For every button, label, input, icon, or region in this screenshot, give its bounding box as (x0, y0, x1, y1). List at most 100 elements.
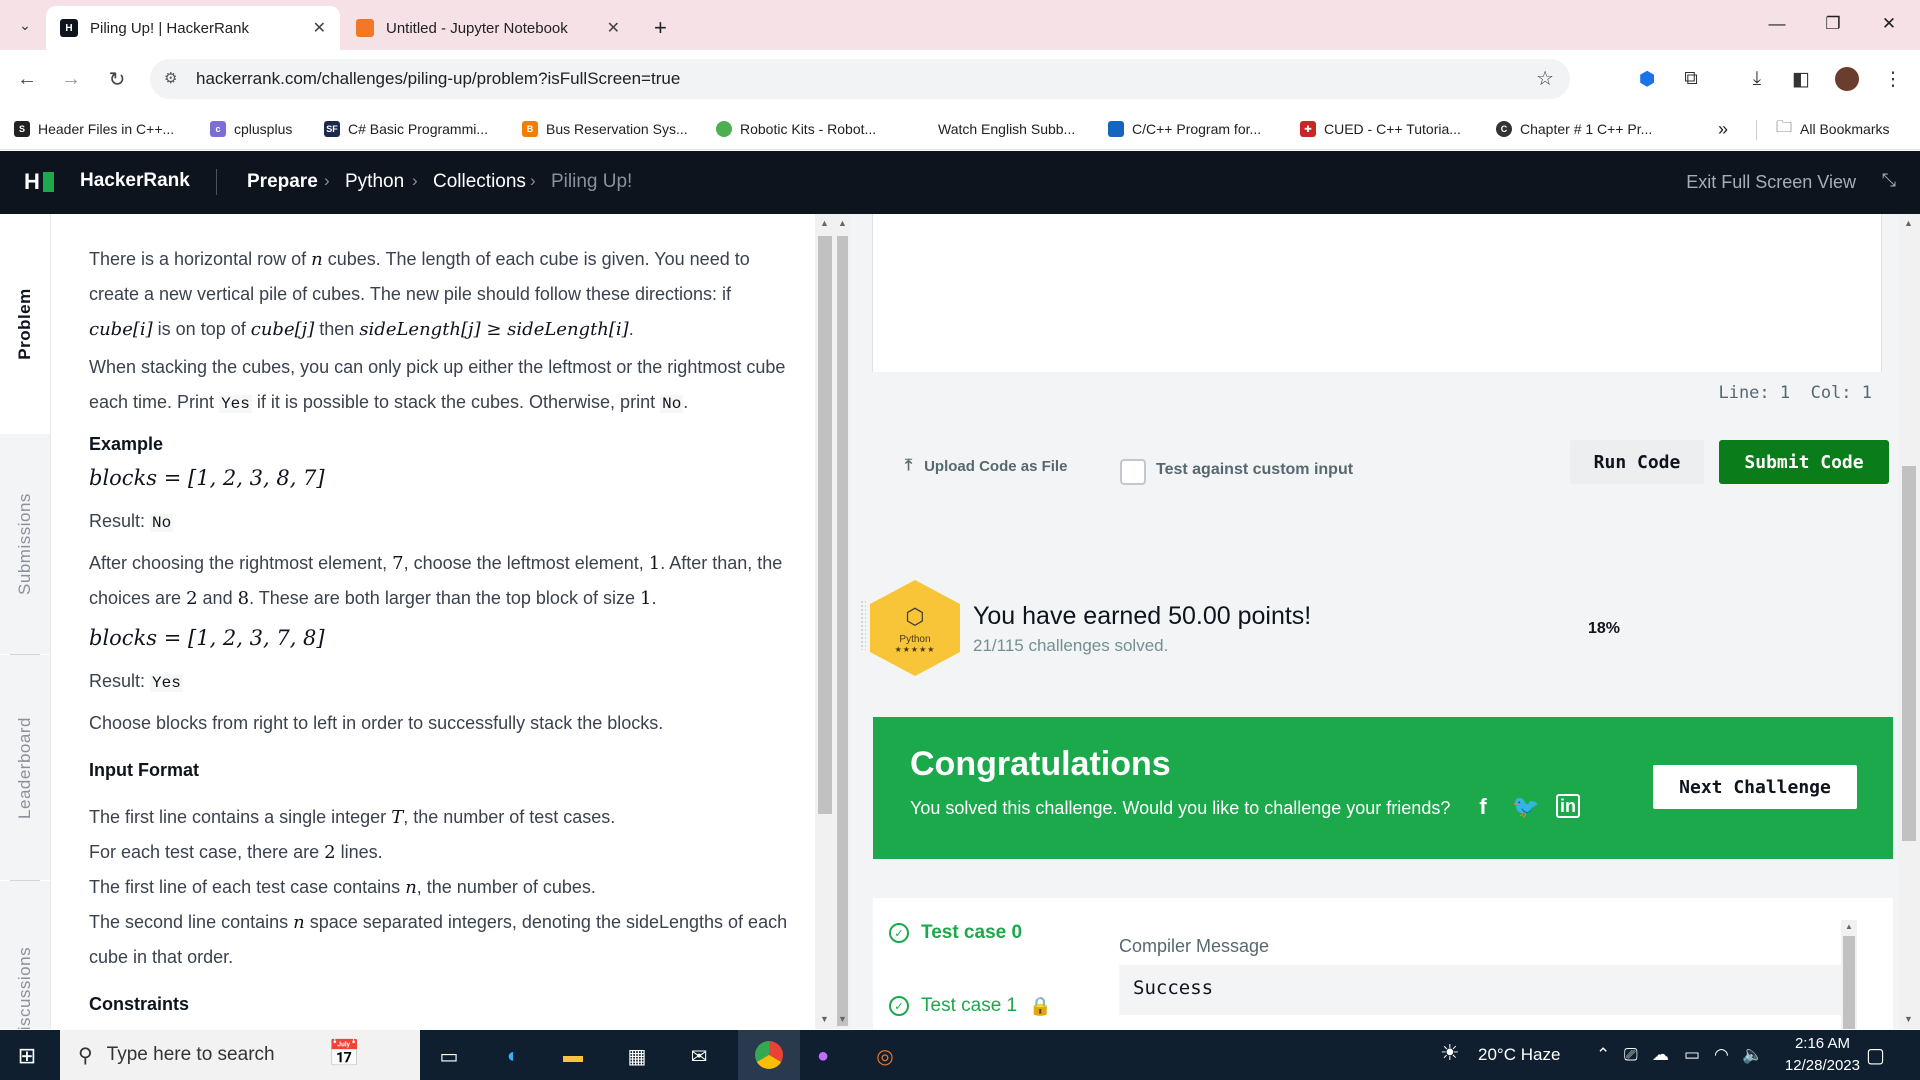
browser-tab-strip: ⌄ H Piling Up! | HackerRank ✕ Untitled -… (0, 0, 1920, 50)
bookmark-item[interactable]: c cplusplus (210, 117, 292, 141)
meet-icon[interactable]: ⎚ (1624, 1045, 1638, 1065)
new-tab-button[interactable]: + (640, 6, 680, 50)
task-view-icon[interactable]: ▭ (432, 1039, 466, 1073)
drag-handle[interactable] (860, 600, 866, 650)
tab-submissions[interactable]: Submissions (0, 434, 50, 654)
tab-hackerrank[interactable]: H Piling Up! | HackerRank ✕ (46, 6, 340, 50)
exit-fullscreen-link[interactable]: Exit Full Screen View (1686, 172, 1856, 193)
test-case-0[interactable]: ✓ Test case 0 (889, 922, 1022, 944)
kebab-menu-icon[interactable]: ⋮ (1876, 62, 1910, 96)
close-icon[interactable]: ✕ (607, 18, 620, 38)
notifications-icon[interactable]: ▢ (1866, 1043, 1885, 1068)
windows-start-icon[interactable]: ⊞ (10, 1039, 44, 1073)
close-icon[interactable]: ✕ (313, 18, 326, 38)
scroll-thumb[interactable] (1843, 936, 1855, 1029)
mail-icon[interactable]: ✉ (682, 1039, 716, 1073)
progress-percent: 18% (1588, 620, 1621, 637)
congratulations-subtitle: You solved this challenge. Would you lik… (910, 798, 1451, 818)
input-line-2: For each test case, there are 2 lines. (89, 842, 383, 863)
breadcrumb-prepare[interactable]: Prepare (247, 171, 318, 193)
scroll-thumb[interactable] (818, 236, 832, 814)
breadcrumb-collections[interactable]: Collections (433, 171, 526, 193)
tab-leaderboard[interactable]: Leaderboard (0, 655, 50, 880)
forward-arrow-icon[interactable]: → (54, 62, 88, 96)
scroll-up-arrow[interactable]: ▲ (1845, 922, 1853, 931)
window-close-icon[interactable]: ✕ (1866, 8, 1912, 40)
taskbar-clock[interactable]: 2:16 AM 12/28/2023 (1785, 1033, 1860, 1077)
site-info-icon[interactable]: ⚙ (164, 69, 177, 87)
scroll-up-arrow[interactable]: ▲ (838, 218, 847, 228)
edge-icon[interactable]: ◐ (496, 1039, 530, 1073)
bookmark-item[interactable]: SF C# Basic Programmi... (324, 117, 488, 141)
hackerrank-logo[interactable]: H (24, 169, 54, 195)
minimize-icon[interactable]: — (1754, 8, 1800, 40)
all-bookmarks-button[interactable]: 🗀 All Bookmarks (1776, 117, 1889, 141)
tab-discussions[interactable]: Discussions (0, 881, 50, 1029)
jupyter-taskbar-icon[interactable]: ◎ (868, 1039, 902, 1073)
problem-scrollbar[interactable]: ▲ ▼ (815, 214, 835, 1029)
collapse-icon[interactable]: ⤡ (1882, 170, 1896, 191)
test-case-1[interactable]: ✓ Test case 1 🔒 (889, 995, 1052, 1017)
scroll-down-arrow[interactable]: ▼ (1904, 1014, 1913, 1024)
battery-icon[interactable]: ▭ (1684, 1045, 1700, 1065)
tab-jupyter[interactable]: Untitled - Jupyter Notebook ✕ (342, 6, 634, 50)
bookmark-item[interactable]: ✚ CUED - C++ Tutoria... (1300, 117, 1461, 141)
address-bar[interactable]: ⚙ hackerrank.com/challenges/piling-up/pr… (150, 59, 1570, 99)
profile-avatar[interactable] (1830, 62, 1864, 96)
scroll-down-arrow[interactable]: ▼ (820, 1014, 829, 1024)
upload-code-button[interactable]: ⤒ Upload Code as File (905, 457, 1067, 475)
linkedin-icon[interactable]: in (1556, 794, 1580, 818)
download-icon[interactable]: ⤓ (1740, 62, 1774, 96)
scroll-down-arrow[interactable]: ▼ (838, 1014, 847, 1024)
hackerrank-favicon: H (60, 19, 78, 37)
custom-input-label[interactable]: Test against custom input (1156, 461, 1353, 479)
tab-search-button[interactable]: ⌄ (10, 10, 40, 40)
bookmark-item[interactable]: C/C++ Program for... (1108, 117, 1261, 141)
scroll-thumb[interactable] (837, 236, 848, 1026)
submit-code-button[interactable]: Submit Code (1719, 440, 1889, 484)
twitter-icon[interactable]: 🐦 (1512, 794, 1539, 820)
chrome-icon[interactable] (738, 1030, 800, 1080)
puzzle-extensions-icon[interactable]: ⧉ (1674, 62, 1708, 96)
volume-icon[interactable]: 🔈 (1742, 1045, 1763, 1065)
extension-shield-icon[interactable]: ⬢ (1630, 62, 1664, 96)
paint-app-icon[interactable]: ● (806, 1039, 840, 1073)
bookmark-item[interactable]: Robotic Kits - Robot... (716, 117, 876, 141)
scroll-up-arrow[interactable]: ▲ (820, 218, 829, 228)
tab-problem[interactable]: Problem (0, 214, 50, 434)
bookmark-item[interactable]: C Chapter # 1 C++ Pr... (1496, 117, 1652, 141)
reload-icon[interactable]: ↻ (100, 62, 134, 96)
custom-input-checkbox[interactable] (1120, 459, 1146, 485)
bookmark-item[interactable]: B Bus Reservation Sys... (522, 117, 688, 141)
bookmarks-bar: S Header Files in C++... c cplusplus SF C# … (0, 108, 1920, 150)
restore-icon[interactable]: ❐ (1810, 8, 1856, 40)
tests-scrollbar[interactable]: ▲ (1841, 920, 1857, 1029)
url-text: hackerrank.com/challenges/piling-up/prob… (196, 69, 681, 88)
microsoft-store-icon[interactable]: ▦ (620, 1039, 654, 1073)
onedrive-icon[interactable]: ☁ (1652, 1045, 1669, 1065)
scroll-thumb[interactable] (1902, 466, 1916, 841)
python-icon: ⬡ (905, 604, 925, 629)
tab-label: Submissions (15, 493, 34, 595)
breadcrumb-python[interactable]: Python (345, 171, 404, 193)
brand-name[interactable]: HackerRank (80, 170, 190, 192)
divider-scrollbar[interactable]: ▲ ▼ (835, 214, 850, 1029)
bookmark-label: Watch English Subb... (938, 121, 1076, 137)
wifi-icon[interactable]: ◠ (1714, 1045, 1729, 1065)
taskbar-search-box[interactable]: ⚲ Type here to search 📅 (60, 1030, 420, 1080)
tray-chevron-icon[interactable]: ⌃ (1596, 1045, 1610, 1065)
next-challenge-button[interactable]: Next Challenge (1653, 765, 1857, 809)
file-explorer-icon[interactable]: ▬ (556, 1039, 590, 1073)
bookmarks-overflow-button[interactable]: » (1718, 117, 1728, 141)
scroll-up-arrow[interactable]: ▲ (1904, 218, 1913, 228)
bookmark-item[interactable]: Watch English Subb... (938, 117, 1075, 141)
run-code-button[interactable]: Run Code (1570, 440, 1704, 484)
page-scrollbar[interactable]: ▲ ▼ (1898, 214, 1920, 1029)
star-icon[interactable]: ☆ (1536, 66, 1554, 91)
blocks-example-1: blocks = [1, 2, 3, 8, 7] (89, 466, 325, 490)
side-panel-icon[interactable]: ◧ (1784, 62, 1818, 96)
weather-text[interactable]: 20°C Haze (1478, 1045, 1560, 1065)
facebook-icon[interactable]: f (1470, 794, 1496, 820)
back-arrow-icon[interactable]: ← (10, 62, 44, 96)
bookmark-item[interactable]: S Header Files in C++... (14, 117, 174, 141)
